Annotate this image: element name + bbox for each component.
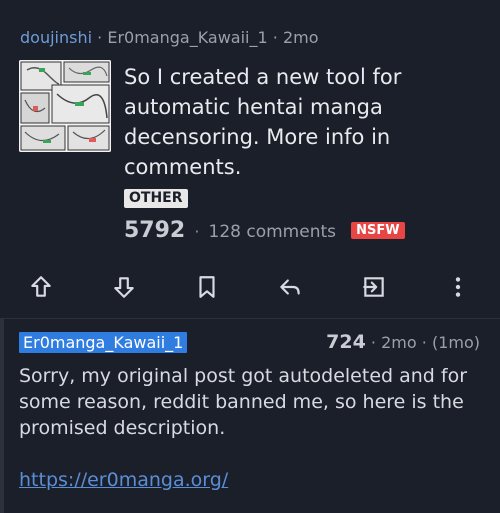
post-score: 5792 — [124, 218, 186, 243]
comment-body: Sorry, my original post got autodeleted … — [19, 365, 468, 439]
share-button[interactable] — [357, 270, 391, 304]
bookmark-icon — [199, 276, 215, 298]
meta-separator: · — [272, 28, 278, 47]
comment-count-link[interactable]: 128 comments — [209, 222, 336, 242]
comment-edited: (1mo) — [431, 333, 480, 352]
flair-badge: OTHER — [124, 189, 188, 208]
comment-meta: 724 · 2mo · (1mo) — [326, 331, 480, 353]
upvote-button[interactable] — [24, 270, 58, 304]
post-age: 2mo — [282, 28, 319, 47]
post-meta: doujinshi · Er0manga_Kawaii_1 · 2mo — [20, 28, 319, 47]
comment-score: 724 — [326, 331, 366, 353]
comment-link[interactable]: https://er0manga.org/ — [19, 469, 228, 491]
downvote-button[interactable] — [107, 270, 141, 304]
save-button[interactable] — [190, 270, 224, 304]
nsfw-badge: NSFW — [351, 222, 405, 239]
meta-separator: · — [421, 333, 427, 352]
reply-button[interactable] — [273, 270, 307, 304]
meta-separator: · — [97, 28, 103, 47]
meta-separator: · — [370, 333, 377, 352]
share-icon — [363, 277, 384, 297]
more-options-button[interactable] — [441, 270, 475, 304]
post-author-link[interactable]: Er0manga_Kawaii_1 — [107, 28, 267, 47]
more-icon — [455, 277, 461, 297]
post-action-bar — [0, 270, 500, 304]
post-title[interactable]: So I created a new tool for automatic he… — [124, 62, 484, 182]
post-stats: 5792 · 128 comments NSFW — [124, 218, 405, 243]
comment-depth-bar — [0, 319, 4, 513]
upvote-icon — [31, 276, 51, 297]
reply-icon — [280, 279, 300, 295]
section-divider — [0, 318, 500, 319]
downvote-icon — [114, 277, 134, 298]
comment-author[interactable]: Er0manga_Kawaii_1 — [19, 332, 188, 353]
stats-separator: · — [194, 222, 200, 241]
post-thumbnail[interactable] — [19, 60, 111, 152]
subreddit-link[interactable]: doujinshi — [20, 28, 92, 47]
comment-age: 2mo — [381, 333, 417, 352]
